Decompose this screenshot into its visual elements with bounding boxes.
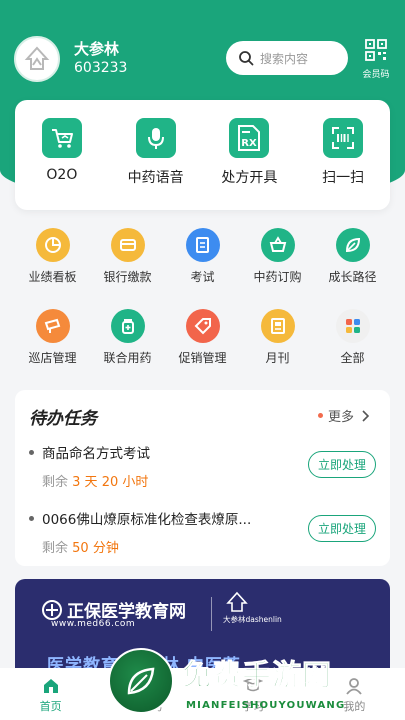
tab-home[interactable]: 首页 — [0, 668, 101, 720]
feature-scan[interactable]: 扫一扫 — [298, 118, 388, 210]
medicine-bottle-icon — [110, 309, 145, 343]
grid-label: 考试 — [190, 270, 215, 284]
search-placeholder: 搜索内容 — [260, 51, 309, 66]
grid-label: 成长路径 — [328, 270, 377, 284]
task-remaining-time: 50 分钟 — [72, 541, 119, 556]
feature-o2o[interactable]: O2O — [17, 118, 107, 210]
feature-label: 扫一扫 — [322, 170, 365, 186]
task-remaining-time: 3 天 20 小时 — [72, 475, 149, 490]
grid-item-exam[interactable]: 考试 — [165, 228, 240, 285]
task-name: 0066佛山燎原标准化检查表燎原... — [42, 512, 252, 528]
grid-label: 全部 — [340, 351, 365, 365]
feature-label: 中药语音 — [127, 170, 184, 186]
grid-label: 巡店管理 — [28, 351, 77, 365]
watermark-logo — [108, 648, 174, 714]
tab-label: 首页 — [39, 700, 62, 713]
todo-card: 待办任务 更多 商品命名方式考试 剩余 3 天 20 小时 立即处理 0066佛… — [15, 390, 390, 566]
feature-label: 处方开具 — [221, 170, 278, 186]
grid-item-promotion[interactable]: 促销管理 — [165, 309, 240, 366]
remain-prefix: 剩余 — [42, 475, 69, 490]
feature-prescription[interactable]: RX 处方开具 — [204, 118, 294, 210]
remain-prefix: 剩余 — [42, 541, 69, 556]
grid-label: 业绩看板 — [28, 270, 77, 284]
grid-item-combined-medication[interactable]: 联合用药 — [90, 309, 165, 366]
pie-chart-icon — [35, 228, 70, 262]
microphone-icon — [135, 118, 176, 158]
more-link[interactable]: 更多 — [317, 406, 372, 425]
all-apps-icon — [335, 309, 370, 343]
search-input[interactable]: 搜索内容 — [226, 41, 348, 75]
bank-card-icon — [110, 228, 145, 262]
med66-logo-icon — [42, 599, 62, 620]
grid-item-performance-board[interactable]: 业绩看板 — [15, 228, 90, 285]
function-grid-row-1: 业绩看板 银行缴款 考试 中药订购 成长路径 — [15, 228, 390, 285]
grid-item-store-patrol[interactable]: 巡店管理 — [15, 309, 90, 366]
user-id: 603233 — [74, 60, 128, 76]
cctv-camera-icon — [35, 309, 70, 343]
watermark-text: 免费手游网 — [181, 658, 333, 693]
leaf-icon — [335, 228, 370, 262]
banner-partner: 大参林dashenlin — [223, 615, 282, 624]
chevron-right-icon — [362, 409, 370, 422]
grid-item-tcm-order[interactable]: 中药订购 — [240, 228, 315, 285]
basket-icon — [260, 228, 295, 262]
leaf-logo-icon — [127, 667, 155, 695]
grid-item-all[interactable]: 全部 — [315, 309, 390, 366]
notification-dot — [317, 413, 323, 418]
grid-label: 月刊 — [265, 351, 290, 365]
more-label: 更多 — [327, 410, 354, 425]
feature-label: O2O — [46, 167, 78, 183]
watermark-subtext: MIANFEISHOUYOUWANG — [186, 700, 346, 711]
handle-now-button[interactable]: 立即处理 — [308, 515, 376, 542]
search-icon — [239, 51, 254, 66]
avatar[interactable] — [14, 36, 60, 82]
shopping-cart-icon — [41, 118, 82, 158]
scan-icon — [323, 118, 364, 158]
bullet-icon — [29, 515, 34, 521]
grid-item-monthly[interactable]: 月刊 — [240, 309, 315, 366]
price-tag-icon — [185, 309, 220, 343]
prescription-rx-icon: RX — [229, 118, 270, 158]
member-code-button[interactable]: 会员码 — [356, 38, 396, 80]
brand-logo-icon — [24, 46, 50, 70]
banner-divider — [211, 597, 212, 631]
todo-title: 待办任务 — [29, 409, 97, 429]
grid-item-growth-path[interactable]: 成长路径 — [315, 228, 390, 285]
tab-label: 我的 — [343, 700, 366, 713]
home-icon — [43, 679, 58, 693]
grid-label: 银行缴款 — [103, 270, 152, 284]
grid-label: 联合用药 — [103, 351, 152, 365]
grid-item-bank-payment[interactable]: 银行缴款 — [90, 228, 165, 285]
dashenlin-logo-icon — [226, 591, 248, 612]
grid-label: 中药订购 — [253, 270, 302, 284]
banner-site: www.med66.com — [51, 619, 136, 629]
grid-label: 促销管理 — [178, 351, 227, 365]
exam-paper-icon — [185, 228, 220, 262]
member-code-label: 会员码 — [362, 70, 390, 80]
function-grid-row-2: 巡店管理 联合用药 促销管理 月刊 全部 — [15, 309, 390, 366]
qr-code-icon — [365, 39, 387, 61]
user-name: 大参林 — [74, 40, 120, 58]
bullet-icon — [29, 449, 34, 455]
magazine-icon — [260, 309, 295, 343]
svg-text:RX: RX — [242, 138, 258, 149]
profile-icon — [346, 678, 363, 695]
main-feature-card: O2O 中药语音 RX 处方开具 扫一扫 — [15, 100, 390, 210]
feature-tcm-voice[interactable]: 中药语音 — [111, 118, 201, 210]
task-name: 商品命名方式考试 — [42, 446, 150, 462]
handle-now-button[interactable]: 立即处理 — [308, 451, 376, 478]
